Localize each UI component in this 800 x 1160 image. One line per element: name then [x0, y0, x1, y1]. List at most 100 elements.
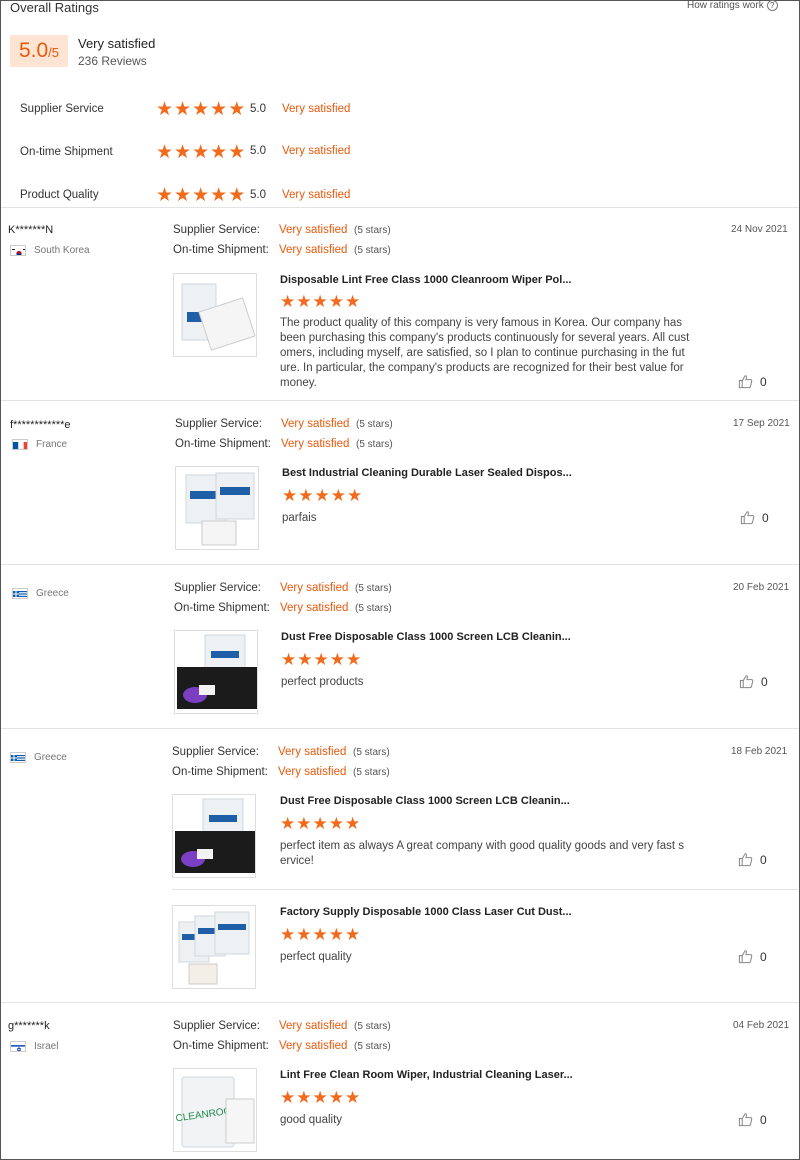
review-text: perfect products — [281, 676, 364, 688]
product-rating-stars: ★★★★★ — [280, 1089, 361, 1106]
flag-israel-icon — [10, 1041, 26, 1052]
star-icon: ★ — [280, 925, 297, 944]
divider — [1, 728, 799, 729]
flag-france-icon — [12, 439, 28, 450]
star-icon: ★ — [282, 486, 299, 505]
product-thumbnail[interactable] — [172, 794, 256, 878]
like-button[interactable]: 0 — [739, 674, 768, 689]
product-title-link[interactable]: Dust Free Disposable Class 1000 Screen L… — [281, 631, 571, 643]
review-date: 20 Feb 2021 — [733, 582, 790, 593]
review-text: The product quality of this company is v… — [280, 317, 690, 389]
flag-greece-icon — [12, 588, 28, 599]
product-title-link[interactable]: Best Industrial Cleaning Durable Laser S… — [282, 467, 572, 479]
like-button[interactable]: 0 — [738, 374, 767, 389]
star-icon: ★ — [314, 486, 331, 505]
overall-score-suffix: /5 — [48, 45, 60, 60]
star-icon: ★ — [156, 142, 175, 163]
product-thumbnail[interactable] — [175, 466, 259, 550]
ontime-shipment-value: Very satisfied — [278, 766, 347, 778]
wiper-pack-image — [178, 911, 250, 985]
star-icon: ★ — [330, 486, 347, 505]
star-icon: ★ — [174, 185, 193, 206]
reviewer-country: South Korea — [34, 245, 90, 256]
supplier-service-stars: (5 stars) — [353, 747, 390, 758]
review-date: 17 Sep 2021 — [733, 418, 790, 429]
product-title-link[interactable]: Lint Free Clean Room Wiper, Industrial C… — [280, 1069, 573, 1081]
product-thumbnail[interactable]: CLEANROOM — [173, 1068, 257, 1152]
section-title: Overall Ratings — [10, 0, 99, 15]
reviewer-country: France — [36, 439, 68, 450]
supplier-service-stars: (5 stars) — [354, 1021, 391, 1032]
like-button[interactable]: 0 — [738, 1112, 767, 1127]
ontime-shipment-stars: (5 stars) — [356, 439, 393, 450]
review-text: perfect quality — [280, 951, 352, 963]
help-icon: ? — [766, 0, 778, 11]
star-icon: ★ — [192, 99, 211, 120]
star-icon: ★ — [296, 925, 313, 944]
divider — [1, 564, 799, 565]
like-button[interactable]: 0 — [738, 852, 767, 867]
supplier-service-label: Supplier Service: — [172, 746, 259, 758]
ontime-shipment-stars: (5 stars) — [354, 245, 391, 256]
product-thumbnail[interactable] — [174, 630, 258, 714]
overall-score: 5.0 — [18, 39, 49, 62]
star-icon: ★ — [313, 650, 330, 669]
star-icon: ★ — [345, 814, 362, 833]
review-text: good quality — [280, 1114, 343, 1126]
review-date: 04 Feb 2021 — [733, 1020, 790, 1031]
star-icon: ★ — [210, 185, 229, 206]
ontime-shipment-value: Very satisfied — [280, 602, 349, 614]
supplier-service-label: Supplier Service: — [173, 1020, 260, 1032]
category-text: Very satisfied — [282, 145, 351, 157]
ontime-shipment-label: On-time Shipment: — [174, 602, 270, 614]
star-icon: ★ — [329, 650, 346, 669]
flag-south-korea-icon — [10, 245, 26, 256]
supplier-service-label: Supplier Service: — [174, 582, 261, 594]
product-rating-stars: ★★★★★ — [280, 293, 361, 310]
thumbs-up-icon — [740, 511, 755, 525]
star-icon: ★ — [298, 486, 315, 505]
star-icon: ★ — [228, 185, 247, 206]
star-icon: ★ — [312, 1088, 329, 1107]
like-count: 0 — [761, 674, 768, 689]
star-icon: ★ — [210, 99, 229, 120]
review-text: perfect item as always A great company w… — [280, 840, 684, 867]
product-title-link[interactable]: Factory Supply Disposable 1000 Class Las… — [280, 906, 572, 918]
reviewer-name: f************e — [10, 419, 71, 431]
star-icon: ★ — [192, 185, 211, 206]
star-icon: ★ — [312, 925, 329, 944]
product-title-link[interactable]: Disposable Lint Free Class 1000 Cleanroo… — [280, 274, 572, 286]
ontime-shipment-label: On-time Shipment: — [173, 244, 269, 256]
how-ratings-work-link[interactable]: How ratings work ? — [687, 0, 778, 11]
wiper-pack-image — [181, 283, 256, 351]
category-text: Very satisfied — [282, 103, 351, 115]
page-frame — [0, 0, 800, 1160]
how-ratings-work-label: How ratings work — [687, 0, 764, 11]
product-thumbnail[interactable] — [173, 273, 257, 357]
product-rating-stars: ★★★★★ — [280, 815, 361, 832]
supplier-service-label: Supplier Service: — [175, 418, 262, 430]
like-button[interactable]: 0 — [740, 510, 769, 525]
like-button[interactable]: 0 — [738, 949, 767, 964]
star-icon: ★ — [296, 292, 313, 311]
screen-wiper-image — [175, 798, 255, 873]
overall-score-badge: 5.0/5 — [10, 35, 68, 67]
star-icon: ★ — [328, 814, 345, 833]
ontime-shipment-label: On-time Shipment: — [172, 766, 268, 778]
product-thumbnail[interactable] — [172, 905, 256, 989]
star-icon: ★ — [280, 292, 297, 311]
category-score: 5.0 — [250, 103, 266, 115]
like-count: 0 — [762, 510, 769, 525]
reviewer-country: Greece — [34, 752, 67, 763]
product-title-link[interactable]: Dust Free Disposable Class 1000 Screen L… — [280, 795, 570, 807]
star-icon: ★ — [297, 650, 314, 669]
category-label: Supplier Service — [20, 103, 104, 115]
supplier-service-value: Very satisfied — [279, 1020, 348, 1032]
wiper-pack-image — [185, 472, 255, 546]
star-icon: ★ — [210, 142, 229, 163]
star-icon: ★ — [312, 292, 329, 311]
like-count: 0 — [760, 374, 767, 389]
category-label: On-time Shipment — [20, 146, 113, 158]
thumbs-up-icon — [738, 1113, 753, 1127]
flag-greece-icon — [10, 752, 26, 763]
